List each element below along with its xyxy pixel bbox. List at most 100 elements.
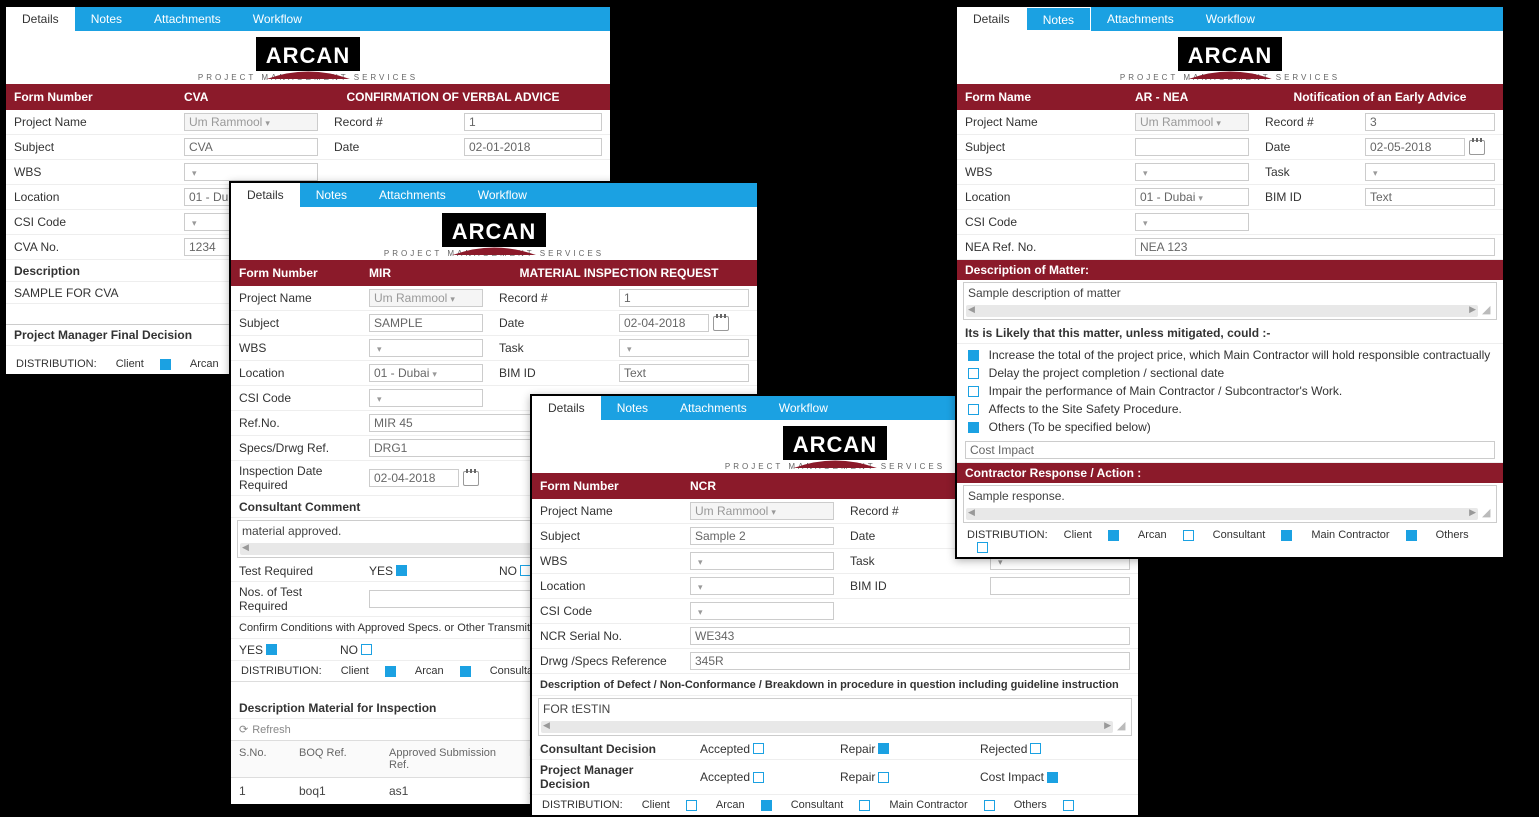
record-input[interactable]: 1 [464,113,602,131]
wbs-select[interactable] [690,552,834,570]
guideline-textarea[interactable]: FOR tESTIN [538,698,1132,736]
lbl-location: Location [532,574,682,599]
lbl-project: Project Name [532,499,682,524]
location-select[interactable]: 01 - Dubai [1135,188,1249,206]
costimpact-input[interactable]: Cost Impact [965,441,1495,459]
scrollbar-h[interactable] [966,305,1478,317]
chk-mc[interactable] [984,800,995,811]
tab-details[interactable]: Details [532,396,601,420]
chk-confirm-yes[interactable] [266,644,277,655]
chk-client[interactable] [1108,530,1119,541]
chk-pm-accepted[interactable] [753,772,764,783]
project-select[interactable]: Um Rammool [690,502,834,520]
bim-input[interactable]: Text [1365,188,1495,206]
chk-client[interactable] [686,800,697,811]
calendar-icon[interactable] [1469,140,1485,155]
chk-others[interactable] [977,542,988,553]
chk-cd-repair[interactable] [878,743,889,754]
lbl-insp-date: Inspection Date Required [231,461,361,496]
dom-textarea[interactable]: Sample description of matter [963,282,1497,320]
tab-notes[interactable]: Notes [300,183,363,207]
wbs-select[interactable] [1135,163,1249,181]
task-select[interactable] [619,339,749,357]
tab-workflow[interactable]: Workflow [1190,7,1271,31]
chk-confirm-no[interactable] [361,644,372,655]
tab-workflow[interactable]: Workflow [462,183,543,207]
calendar-icon[interactable] [463,471,479,486]
csi-select[interactable] [369,389,483,407]
date-input[interactable]: 02-04-2018 [619,314,709,332]
tab-notes[interactable]: Notes [601,396,664,420]
lbl-refno: Ref.No. [231,411,361,436]
chk-client[interactable] [385,666,396,677]
scrollbar-h[interactable] [966,508,1478,520]
ncr-input[interactable]: WE343 [690,627,1130,645]
chk-arcan[interactable] [1183,530,1194,541]
project-select[interactable]: Um Rammool [1135,113,1249,131]
insp-date-input[interactable]: 02-04-2018 [369,469,459,487]
lbl-csi: CSI Code [6,210,176,235]
dist-arcan: Arcan [190,358,219,370]
subject-input[interactable] [1135,138,1249,156]
chk-arcan[interactable] [460,666,471,677]
date-input[interactable]: 02-05-2018 [1365,138,1465,156]
subject-input[interactable]: Sample 2 [690,527,834,545]
tab-details[interactable]: Details [6,7,75,31]
subject-input[interactable]: CVA [184,138,318,156]
tab-details[interactable]: Details [957,7,1026,31]
chk-pm-repair[interactable] [878,772,889,783]
resize-handle-icon[interactable] [1482,305,1494,317]
location-select[interactable]: 01 - Dubai [369,364,483,382]
chk-pm-cost[interactable] [1047,772,1058,783]
chk-cd-rejected[interactable] [1030,743,1041,754]
chk-client[interactable] [160,359,171,370]
chk-consultant[interactable] [1281,530,1292,541]
cra-textarea[interactable]: Sample response. [963,485,1497,523]
bim-input[interactable] [990,577,1130,595]
tab-attachments[interactable]: Attachments [138,7,237,31]
chk-consultant[interactable] [859,800,870,811]
chk-yes[interactable] [396,565,407,576]
wbs-select[interactable] [369,339,483,357]
chk-c4[interactable] [968,404,979,415]
location-select[interactable] [690,577,834,595]
tab-attachments[interactable]: Attachments [1091,7,1190,31]
wbs-select[interactable] [184,163,318,181]
drwg-input[interactable]: 345R [690,652,1130,670]
csi-select[interactable] [1135,213,1249,231]
comment-text: material approved. [242,524,341,538]
chk-cd-accepted[interactable] [753,743,764,754]
chk-arcan[interactable] [761,800,772,811]
dist-consultant: Consultant [1213,529,1266,541]
resize-handle-icon[interactable] [1482,508,1494,520]
record-input[interactable]: 3 [1365,113,1495,131]
tab-workflow[interactable]: Workflow [763,396,844,420]
calendar-icon[interactable] [713,316,729,331]
scrollbar-h[interactable] [541,721,1113,733]
tab-workflow[interactable]: Workflow [237,7,318,31]
nea-input[interactable]: NEA 123 [1135,238,1495,256]
tab-notes[interactable]: Notes [75,7,138,31]
task-select[interactable] [1365,163,1495,181]
chk-c1[interactable] [968,350,979,361]
tab-details[interactable]: Details [231,183,300,207]
resize-handle-icon[interactable] [1117,721,1129,733]
tab-attachments[interactable]: Attachments [664,396,763,420]
nos-test-input[interactable]: 1 [369,590,549,608]
bim-input[interactable]: Text [619,364,749,382]
project-select[interactable]: Um Rammool [184,113,318,131]
chk-c3[interactable] [968,386,979,397]
chk-c5[interactable] [968,422,979,433]
chk-others[interactable] [1063,800,1074,811]
chk-mc[interactable] [1406,530,1417,541]
subject-input[interactable]: SAMPLE [369,314,483,332]
tab-attachments[interactable]: Attachments [363,183,462,207]
tab-notes[interactable]: Notes [1026,7,1091,31]
date-input[interactable]: 02-01-2018 [464,138,602,156]
lbl-csi: CSI Code [532,599,682,624]
csi-select[interactable] [690,602,834,620]
chk-c2[interactable] [968,368,979,379]
logo-arc-icon [1178,59,1282,69]
record-input[interactable]: 1 [619,289,749,307]
project-select[interactable]: Um Rammool [369,289,483,307]
